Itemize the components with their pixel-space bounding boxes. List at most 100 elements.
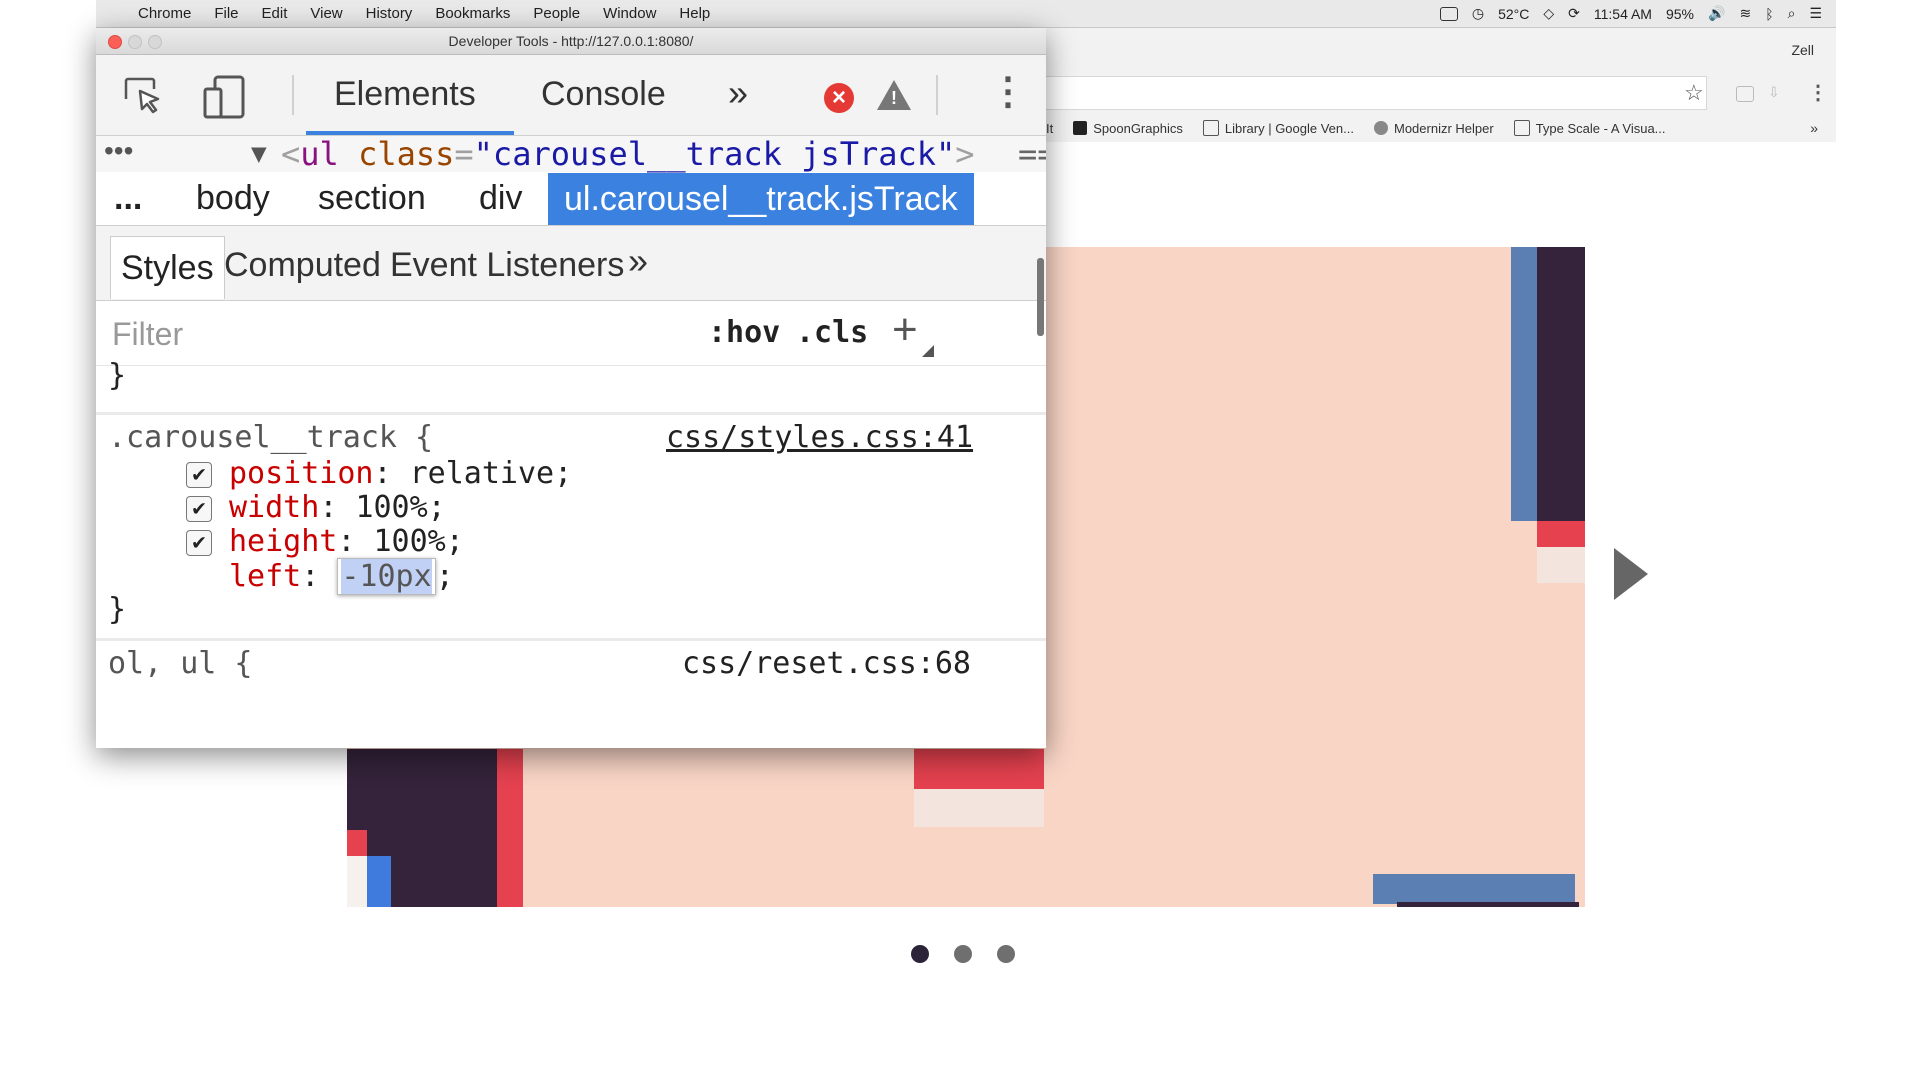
- menu-file[interactable]: File: [214, 5, 238, 22]
- modernizr-icon: [1373, 121, 1388, 135]
- error-icon[interactable]: ×: [824, 83, 854, 113]
- menu-window[interactable]: Window: [603, 5, 656, 22]
- notification-center-icon[interactable]: ☰: [1809, 5, 1822, 22]
- device-toolbar-icon[interactable]: [202, 75, 246, 119]
- dom-node-ref: ==: [1018, 135, 1046, 173]
- breadcrumb-div[interactable]: div: [479, 179, 522, 218]
- volume-icon[interactable]: 🔊: [1708, 5, 1725, 22]
- styles-pane: } .carousel__track { css/styles.css:41 ✔…: [96, 358, 1046, 748]
- maximize-window-button[interactable]: [148, 35, 162, 49]
- css-declaration[interactable]: position: relative;: [229, 456, 572, 491]
- css-declaration[interactable]: width: 100%;: [229, 490, 446, 525]
- screen-record-icon[interactable]: [1439, 6, 1458, 21]
- styles-filter-input[interactable]: [110, 313, 564, 355]
- css-property-value: 100%;: [373, 524, 464, 559]
- node-actions-dots[interactable]: •••: [104, 133, 133, 169]
- extension-icon[interactable]: ⇩: [1768, 84, 1780, 101]
- carousel-dot[interactable]: [911, 945, 929, 963]
- css-source-link[interactable]: css/reset.css:68: [682, 646, 971, 681]
- extension-icon[interactable]: [1736, 86, 1754, 102]
- slide-shape: [914, 749, 1044, 789]
- profile-name[interactable]: Zell: [1791, 42, 1814, 58]
- bookmark-item[interactable]: It: [1046, 121, 1053, 136]
- bookmark-label: It: [1046, 120, 1054, 136]
- carousel-next-button[interactable]: [1614, 548, 1648, 600]
- menu-view[interactable]: View: [310, 5, 342, 22]
- menu-history[interactable]: History: [366, 5, 413, 22]
- spotlight-search-icon[interactable]: ⌕: [1788, 5, 1796, 22]
- dom-tag-name: ul: [300, 135, 339, 173]
- menu-chrome[interactable]: Chrome: [138, 5, 191, 22]
- menu-bookmarks[interactable]: Bookmarks: [435, 5, 510, 22]
- styles-filter-bar: :hov .cls +: [96, 301, 1046, 367]
- css-declaration[interactable]: left: -10px;: [229, 558, 454, 595]
- class-toggle[interactable]: .cls: [796, 315, 868, 350]
- carousel-dot[interactable]: [997, 945, 1015, 963]
- breadcrumb-body[interactable]: body: [196, 179, 270, 218]
- dom-attr-name: class: [358, 135, 455, 173]
- css-source-link[interactable]: css/styles.css:41: [666, 420, 973, 455]
- styles-scrollbar[interactable]: [1037, 258, 1044, 336]
- property-checkbox[interactable]: ✔: [186, 530, 212, 556]
- devtools-toolbar: Elements Console » × ! ⋮: [96, 55, 1046, 136]
- bluetooth-icon[interactable]: ᛒ: [1765, 6, 1773, 22]
- menu-help[interactable]: Help: [679, 5, 710, 22]
- tab-console[interactable]: Console: [541, 75, 666, 114]
- tab-computed[interactable]: Computed: [224, 246, 381, 285]
- status-menu-area: ◷ 52°C ◇ ⟳ 11:54 AM 95% 🔊 ≋ ᛒ ⌕ ☰: [1439, 0, 1822, 27]
- css-selector[interactable]: ol, ul {: [108, 646, 253, 681]
- dropbox-icon[interactable]: ◇: [1543, 5, 1554, 22]
- clock-icon[interactable]: ◷: [1472, 5, 1484, 22]
- minimize-window-button[interactable]: [128, 35, 142, 49]
- bookmark-label: Modernizr Helper: [1393, 120, 1494, 136]
- css-property-value: 100%;: [355, 490, 446, 525]
- property-checkbox[interactable]: ✔: [186, 496, 212, 522]
- clock-time[interactable]: 11:54 AM: [1594, 6, 1652, 22]
- more-tabs-button[interactable]: »: [728, 72, 748, 114]
- tab-elements[interactable]: Elements: [334, 75, 476, 114]
- bookmark-item[interactable]: SpoonGraphics: [1073, 121, 1183, 136]
- breadcrumb-active[interactable]: ul.carousel__track.jsTrack: [548, 173, 974, 225]
- macos-menu-bar: Chrome File Edit View History Bookmarks …: [96, 0, 1836, 28]
- bookmark-item[interactable]: Library | Google Ven...: [1202, 120, 1354, 136]
- close-window-button[interactable]: [108, 35, 122, 49]
- breadcrumb-section[interactable]: section: [318, 179, 426, 218]
- css-property-name: width: [229, 490, 320, 525]
- bookmark-item[interactable]: Type Scale - A Visua...: [1513, 120, 1666, 136]
- address-bar[interactable]: [1046, 76, 1707, 110]
- css-property-name: position: [229, 456, 374, 491]
- bookmark-star-icon[interactable]: ☆: [1684, 80, 1704, 106]
- warning-icon: !: [891, 88, 897, 108]
- bookmark-item[interactable]: Modernizr Helper: [1373, 120, 1494, 136]
- more-sidebar-tabs-button[interactable]: »: [628, 240, 648, 282]
- sync-icon[interactable]: ⟳: [1568, 5, 1580, 22]
- spoongraphics-icon: [1073, 121, 1088, 135]
- slide-shape: [347, 856, 367, 907]
- dom-tree-selected-node[interactable]: ••• ▼ <ul class="carousel__track jsTrack…: [96, 133, 1046, 173]
- new-rule-menu-icon[interactable]: [922, 345, 934, 357]
- slide-shape: [1537, 547, 1585, 583]
- new-style-rule-button[interactable]: +: [892, 305, 918, 355]
- devtools-menu-icon[interactable]: ⋮: [989, 73, 1027, 111]
- bookmarks-overflow-button[interactable]: »: [1810, 120, 1818, 136]
- menu-edit[interactable]: Edit: [262, 5, 288, 22]
- wifi-icon[interactable]: ≋: [1739, 5, 1751, 22]
- css-selector[interactable]: .carousel__track {: [108, 420, 433, 455]
- hover-state-toggle[interactable]: :hov: [708, 315, 780, 350]
- carousel-dot[interactable]: [954, 945, 972, 963]
- css-property-value[interactable]: -10px: [341, 559, 432, 594]
- css-declaration[interactable]: height: 100%;: [229, 524, 464, 559]
- tab-event-listeners[interactable]: Event Listeners: [390, 246, 624, 285]
- battery-percent[interactable]: 95%: [1666, 6, 1694, 22]
- css-property-value: relative;: [409, 456, 573, 491]
- temperature-readout[interactable]: 52°C: [1498, 6, 1529, 22]
- chrome-menu-icon[interactable]: ⋮: [1808, 80, 1828, 105]
- tab-styles[interactable]: Styles: [110, 236, 225, 299]
- inspect-element-icon[interactable]: [122, 75, 162, 115]
- collapse-arrow-icon[interactable]: ▼: [251, 136, 267, 172]
- menu-people[interactable]: People: [533, 5, 580, 22]
- breadcrumb-ellipsis[interactable]: ...: [114, 179, 142, 218]
- slide-shape: [1373, 874, 1575, 904]
- property-checkbox[interactable]: ✔: [186, 462, 212, 488]
- css-value-editor[interactable]: -10px: [337, 558, 436, 595]
